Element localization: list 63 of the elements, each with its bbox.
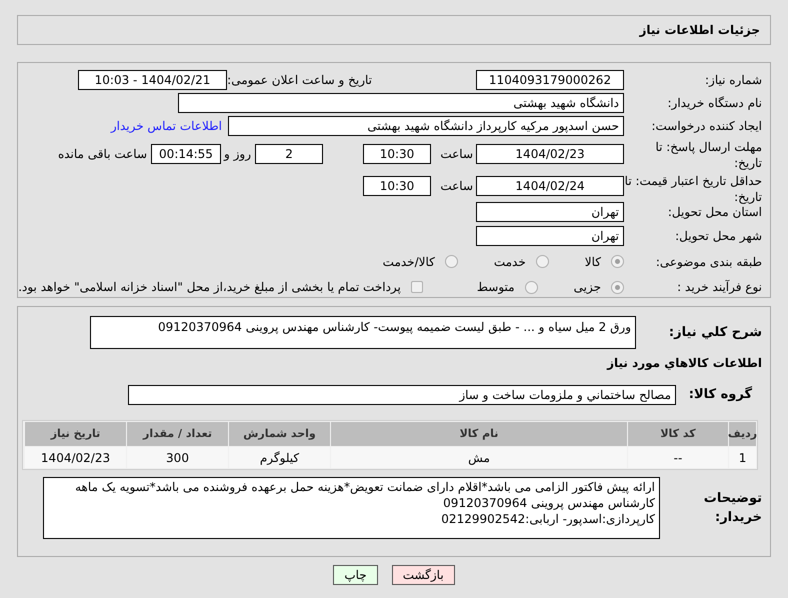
field-label: شهر محل تحویل: bbox=[674, 228, 762, 244]
radio-label: کالا bbox=[584, 254, 601, 270]
column-header: تاریخ نیاز bbox=[25, 422, 126, 446]
description-box: ورق 2 میل سیاه و ... - طبق لیست ضمیمه پیوست- کارشناس مهندس پروینی 09120370964 bbox=[90, 316, 636, 349]
radio-label: متوسط bbox=[476, 279, 515, 296]
field-label: نام دستگاه خریدار: bbox=[666, 94, 762, 110]
column-header: کد کالا bbox=[628, 422, 728, 446]
remaining-label: ساعت باقی مانده bbox=[58, 146, 147, 163]
time-label: ساعت bbox=[439, 146, 473, 163]
time-field: 10:30 bbox=[363, 144, 431, 164]
treasury-note: پرداخت تمام یا بخشی از مبلغ خرید،از محل "اسناد خزانه اسلامی" خواهد بود. bbox=[18, 279, 401, 296]
buyer-contact-link[interactable]: اطلاعات تماس خریدار bbox=[110, 116, 222, 134]
radio-button[interactable] bbox=[611, 280, 624, 294]
radio-button[interactable] bbox=[524, 280, 538, 294]
field-label: شرح کلي نياز: bbox=[668, 324, 762, 342]
radio-label: جزیی bbox=[574, 279, 601, 296]
field-label: شماره نیاز: bbox=[704, 72, 762, 88]
table-cell: 300 bbox=[127, 447, 228, 468]
table-cell: مش bbox=[331, 447, 627, 468]
field-label: حداقل تاریخ اعتبار قیمت: تا تاریخ: bbox=[624, 173, 762, 205]
radio-button[interactable] bbox=[536, 255, 549, 268]
days-label: روز و bbox=[222, 146, 251, 163]
column-header: نام کالا bbox=[331, 422, 627, 446]
field-label: توضیحات خریدار: bbox=[702, 490, 762, 527]
remaining-time-field: 00:14:55 bbox=[151, 144, 221, 164]
column-header: تعداد / مقدار bbox=[127, 422, 228, 446]
buyer-org-field: دانشگاه شهید بهشتی bbox=[178, 92, 624, 112]
date-field: 1404/02/23 bbox=[476, 144, 624, 164]
announce-date-field: 1404/02/21 - 10:03 bbox=[78, 70, 227, 90]
section-title: اطلاعات کالاهاي مورد نياز bbox=[606, 355, 762, 372]
field-label: گروه کالا: bbox=[688, 385, 753, 404]
need-number-field: 1104093179000262 bbox=[476, 70, 624, 90]
radio-label: خدمت bbox=[494, 254, 526, 270]
goods-group-field: مصالح ساختماني و ملزومات ساخت و ساز bbox=[128, 385, 676, 405]
days-field: 2 bbox=[255, 144, 323, 164]
city-field: تهران bbox=[476, 226, 624, 246]
time-field: 10:30 bbox=[363, 176, 431, 196]
radio-button[interactable] bbox=[444, 255, 458, 268]
table-cell: 1 bbox=[729, 447, 756, 468]
field-label: تاریخ و ساعت اعلان عمومی: bbox=[227, 72, 372, 88]
date-field: 1404/02/24 bbox=[476, 176, 624, 196]
requester-field: حسن اسدپور مرکیه کارپرداز دانشگاه شهید بهشتی bbox=[228, 116, 624, 136]
field-label: نوع فرآیند خرید : bbox=[676, 279, 762, 295]
table-cell: 1404/02/23 bbox=[25, 447, 126, 468]
field-label: مهلت ارسال پاسخ: تا تاریخ: bbox=[654, 139, 762, 171]
radio-label: کالا/خدمت bbox=[382, 254, 435, 270]
back-button[interactable]: بازگشت bbox=[392, 565, 455, 585]
column-header: ردیف bbox=[729, 422, 756, 446]
column-header: واحد شمارش bbox=[229, 422, 330, 446]
field-label: ایجاد کننده درخواست: bbox=[650, 118, 762, 134]
radio-button[interactable] bbox=[611, 255, 624, 268]
field-label: طبقه بندی موضوعی: bbox=[654, 254, 762, 270]
print-button[interactable]: چاپ bbox=[333, 565, 378, 585]
province-field: تهران bbox=[476, 202, 624, 222]
notes-line: کارشناس مهندس پروینی 09120370964 bbox=[442, 495, 655, 511]
field-label: استان محل تحویل: bbox=[666, 204, 762, 220]
notes-line: کارپردازی:اسدپور- اربابی:02129902542 bbox=[440, 511, 655, 527]
notes-line: ارائه پیش فاکتور الزامی می باشد*اقلام دارای ضمانت تعویض*هزینه حمل برعهده فروشنده می باشد*تسویه یک ماهه bbox=[74, 479, 655, 495]
time-label: ساعت bbox=[439, 178, 473, 195]
table-cell: کیلوگرم bbox=[229, 447, 330, 468]
table-cell: -- bbox=[628, 447, 728, 468]
checkbox[interactable] bbox=[410, 281, 423, 293]
page-title: جزئیات اطلاعات نیاز bbox=[639, 22, 760, 39]
